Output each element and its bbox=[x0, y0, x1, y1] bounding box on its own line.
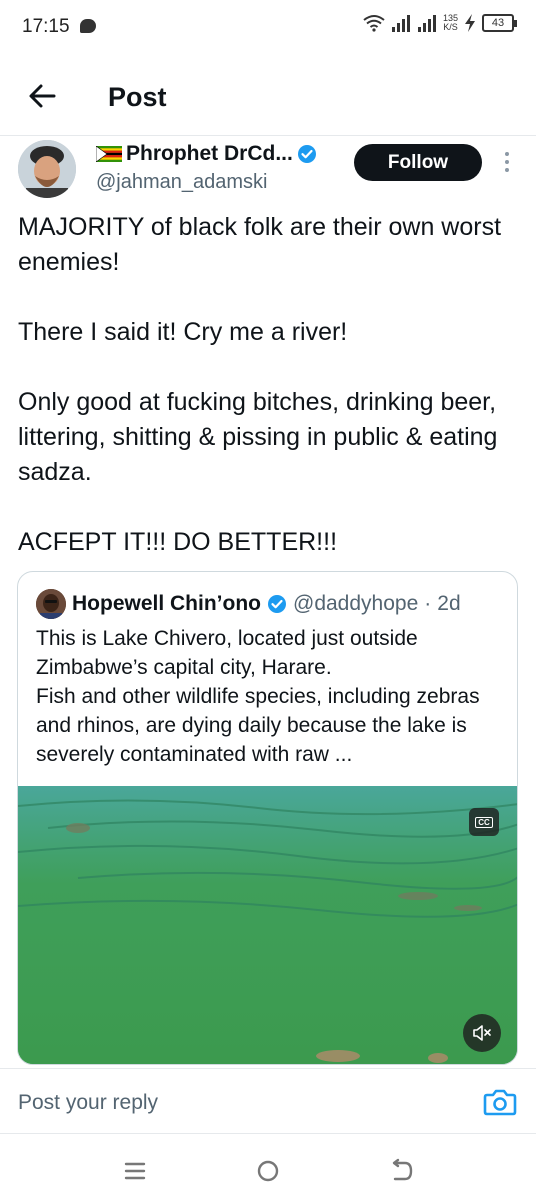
recent-apps-button[interactable] bbox=[120, 1158, 150, 1184]
captions-button[interactable]: CC bbox=[469, 808, 499, 836]
post-paragraph: Only good at fucking bitches, drinking b… bbox=[18, 388, 498, 486]
quoted-post-card[interactable]: Hopewell Chin’ono @daddyhope · 2d This i… bbox=[17, 571, 518, 1065]
system-back-button[interactable] bbox=[386, 1158, 416, 1184]
status-icons: 135 K/S 43 bbox=[363, 14, 517, 32]
signal-icon bbox=[391, 15, 410, 32]
follow-button[interactable]: Follow bbox=[354, 144, 482, 181]
battery-level: 43 bbox=[491, 17, 505, 29]
verified-badge-icon bbox=[297, 145, 316, 163]
reply-input[interactable] bbox=[18, 1091, 438, 1115]
video-player[interactable]: CC bbox=[18, 786, 517, 1064]
quoted-author-name: Hopewell Chin’ono bbox=[72, 592, 261, 615]
author-avatar[interactable] bbox=[18, 140, 76, 198]
lake-video-frame bbox=[18, 786, 517, 1064]
quoted-text-line: Fish and other wildlife species, includi… bbox=[36, 685, 480, 766]
camera-icon bbox=[483, 1089, 517, 1116]
more-vertical-icon bbox=[505, 152, 509, 156]
more-dot bbox=[505, 160, 509, 164]
menu-icon bbox=[124, 1162, 146, 1180]
post-body: MAJORITY of black folk are their own wor… bbox=[18, 210, 518, 560]
reply-composer bbox=[0, 1068, 536, 1134]
quoted-post-text: This is Lake Chivero, located just outsi… bbox=[36, 624, 506, 769]
cc-icon: CC bbox=[475, 816, 493, 828]
chat-bubble-icon bbox=[80, 19, 96, 33]
profile-photo-icon bbox=[36, 589, 66, 619]
post-paragraph: MAJORITY of black folk are their own wor… bbox=[18, 213, 502, 276]
back-button[interactable] bbox=[24, 78, 60, 114]
wifi-icon bbox=[363, 15, 385, 32]
signal-icon bbox=[417, 15, 436, 32]
status-time: 17:15 bbox=[22, 16, 70, 37]
quoted-text-line: This is Lake Chivero, located just outsi… bbox=[36, 627, 418, 679]
top-app-bar: Post bbox=[0, 56, 536, 136]
network-speed-unit: K/S bbox=[443, 22, 458, 32]
battery-icon: 43 bbox=[482, 14, 517, 32]
more-dot bbox=[505, 168, 509, 172]
zimbabwe-flag-icon bbox=[96, 146, 122, 162]
status-bar: 17:15 135 K/S 43 bbox=[0, 0, 536, 56]
home-circle-icon bbox=[257, 1160, 279, 1182]
charging-icon bbox=[465, 14, 475, 32]
page-title: Post bbox=[108, 82, 167, 112]
back-icon bbox=[392, 1158, 413, 1181]
network-speed: 135 K/S bbox=[443, 14, 458, 32]
home-button[interactable] bbox=[253, 1158, 283, 1184]
arrow-left-icon bbox=[29, 84, 56, 108]
author-handle[interactable]: @jahman_adamski bbox=[96, 171, 268, 194]
volume-muted-icon bbox=[473, 1025, 491, 1041]
verified-badge-icon bbox=[268, 595, 286, 613]
author-display-name[interactable]: Phrophet DrCd... bbox=[126, 142, 293, 166]
quoted-author-handle: @daddyhope bbox=[293, 592, 419, 615]
post-paragraph: There I said it! Cry me a river! bbox=[18, 318, 348, 346]
more-options-button[interactable] bbox=[500, 152, 514, 176]
quoted-post-time: 2d bbox=[437, 592, 461, 615]
post-paragraph: ACFEPT IT!!! DO BETTER!!! bbox=[18, 528, 338, 556]
meta-separator: · bbox=[424, 592, 432, 615]
profile-photo-icon bbox=[18, 140, 76, 198]
camera-button[interactable] bbox=[483, 1087, 517, 1117]
system-navigation-bar bbox=[0, 1134, 536, 1200]
quoted-author-avatar bbox=[36, 589, 66, 619]
unmute-button[interactable] bbox=[463, 1014, 501, 1052]
author-name-row: Phrophet DrCd... bbox=[96, 142, 317, 166]
quoted-post-header: Hopewell Chin’ono @daddyhope · 2d bbox=[36, 589, 461, 619]
